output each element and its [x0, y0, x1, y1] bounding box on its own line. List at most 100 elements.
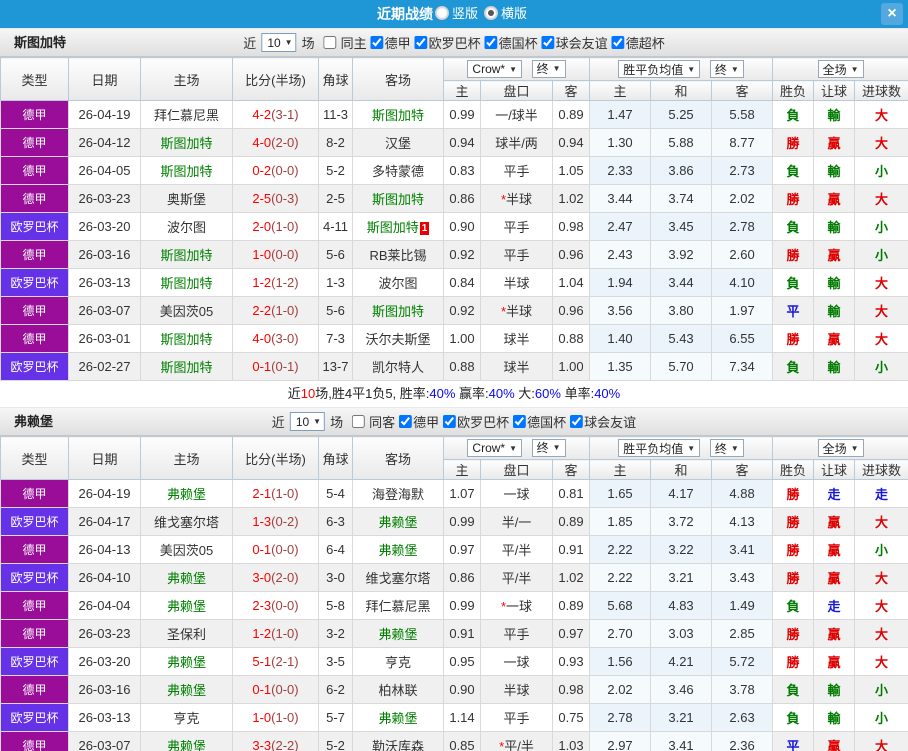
same-venue-label: 同客: [369, 415, 396, 430]
result-handicap: 輸: [813, 100, 856, 129]
games-count-select[interactable]: 10 ▼: [289, 412, 326, 431]
summary-text: 40%: [488, 386, 515, 401]
home-team: 维戈塞尔塔: [140, 507, 233, 536]
league-badge: 德甲: [0, 100, 69, 129]
home-team-name: 斯图加特: [160, 136, 213, 151]
result-handicap: 輸: [813, 156, 856, 185]
league-filter-checkbox[interactable]: [570, 415, 584, 428]
league-filter-checkbox[interactable]: [541, 36, 555, 49]
league-filter-checkbox[interactable]: [414, 36, 428, 49]
same-venue-checkbox[interactable]: [323, 36, 337, 49]
league-filter-checkbox[interactable]: [399, 415, 413, 428]
result-outcome: 負: [772, 100, 815, 129]
layout-radio[interactable]: 横版: [484, 3, 531, 22]
result-handicap: 輸: [813, 675, 856, 704]
away-odds: 0.93: [551, 647, 591, 676]
match-row: 德甲 26-04-19 拜仁慕尼黑 4-2(3-1) 11-3 斯图加特 0.99 一/球半 0…: [0, 100, 908, 129]
league-filter-checkbox[interactable]: [370, 36, 384, 49]
away-team: 斯图加特: [352, 100, 444, 129]
avg-time-select[interactable]: 终 ▼: [709, 439, 744, 457]
summary-text: 60%: [534, 386, 561, 401]
result-goals: 小: [854, 675, 908, 704]
avg-away-odds: 5.72: [711, 647, 774, 676]
league-filter-checkbox[interactable]: [443, 415, 457, 428]
card-badge: 1: [419, 222, 430, 235]
home-team-name: 亨克: [173, 711, 200, 726]
scope-select[interactable]: 全场 ▼: [817, 60, 864, 78]
scope-select[interactable]: 全场 ▼: [817, 439, 864, 457]
home-odds: 1.00: [443, 324, 481, 353]
match-date: 26-03-07: [68, 296, 141, 325]
col-header-home: 主场: [140, 436, 233, 480]
full-time-score: 3-0: [252, 570, 272, 585]
corner-count: 13-7: [318, 352, 353, 381]
league-badge: 欧罗巴杯: [0, 352, 69, 381]
result-handicap: 贏: [813, 647, 856, 676]
handicap-line: 半球: [480, 268, 553, 297]
full-time-score: 2-1: [252, 486, 272, 501]
result-goals: 大: [854, 647, 908, 676]
odds-provider-select[interactable]: Crow* ▼: [467, 439, 523, 458]
match-date: 26-04-13: [68, 535, 141, 564]
same-venue-checkbox[interactable]: [352, 415, 366, 428]
match-score: 4-0(2-0): [232, 128, 319, 157]
avg-away-odds: 4.13: [711, 507, 774, 536]
avg-type-select[interactable]: 胜平负均值 ▼: [618, 60, 701, 78]
title-bar: 近期战绩 竖版 横版 ×: [0, 0, 908, 28]
col-header-type: 类型: [0, 436, 69, 480]
match-date: 26-03-20: [68, 212, 141, 241]
handicap-line: 一/球半: [480, 100, 553, 129]
avg-home-odds: 1.94: [589, 268, 652, 297]
avg-away-odds: 2.60: [711, 240, 774, 269]
league-filter-checkbox[interactable]: [513, 415, 527, 428]
match-score: 0-1(0-0): [232, 675, 319, 704]
home-odds: 0.94: [443, 128, 481, 157]
layout-radio[interactable]: 竖版: [434, 3, 482, 22]
games-count-select[interactable]: 10 ▼: [261, 33, 297, 52]
sub-header-avg-draw: 和: [650, 80, 713, 101]
corner-count: 2-5: [318, 184, 353, 213]
close-button[interactable]: ×: [881, 3, 903, 25]
sub-header-goals-result: 进球数: [854, 459, 908, 480]
odds-time-select[interactable]: 终 ▼: [531, 59, 566, 78]
summary-text: 大:: [514, 386, 535, 401]
half-time-score: (1-0): [271, 710, 299, 725]
avg-home-odds: 2.97: [589, 731, 652, 751]
full-time-score: 2-5: [252, 191, 272, 206]
match-date: 26-04-04: [68, 591, 141, 620]
layout-radio-group: 竖版 横版: [433, 3, 531, 25]
result-outcome: 負: [772, 212, 815, 241]
match-score: 3-3(2-2): [232, 731, 319, 751]
near-label: 近: [243, 36, 257, 51]
avg-type-select[interactable]: 胜平负均值 ▼: [618, 439, 701, 457]
avg-home-odds: 2.33: [589, 156, 652, 185]
away-team-name: RB莱比锡: [369, 248, 427, 263]
league-filter-checkbox[interactable]: [484, 36, 498, 49]
away-team-name: 凯尔特人: [371, 360, 424, 375]
full-time-score: 2-3: [252, 598, 272, 613]
half-time-score: (1-0): [271, 219, 299, 234]
sub-header-handicap: 盘口: [480, 80, 553, 101]
avg-draw-odds: 3.22: [650, 535, 713, 564]
match-row: 欧罗巴杯 26-04-10 弗赖堡 3-0(2-0) 3-0 维戈塞尔塔 0.86 平/半 1.…: [0, 563, 908, 592]
league-filter-checkbox[interactable]: [611, 36, 625, 49]
avg-home-odds: 1.65: [589, 479, 652, 508]
home-odds: 0.85: [443, 731, 481, 751]
avg-time-select[interactable]: 终 ▼: [709, 60, 744, 78]
result-handicap: 贏: [813, 535, 856, 564]
handicap-line: 平/半: [480, 535, 553, 564]
full-time-score: 2-0: [252, 219, 272, 234]
half-time-score: (2-1): [271, 654, 299, 669]
col-header-away: 客场: [352, 57, 444, 101]
match-row: 德甲 26-03-16 斯图加特 1-0(0-0) 5-6 RB莱比锡 0.92 平手 0.96…: [0, 240, 908, 269]
home-team-name: 圣保利: [166, 627, 206, 642]
away-team-name: 拜仁慕尼黑: [365, 599, 431, 614]
match-row: 德甲 26-04-13 美因茨05 0-1(0-0) 6-4 弗赖堡 0.97 平/半 0.91…: [0, 535, 908, 564]
home-team-name: 弗赖堡: [166, 571, 206, 586]
sub-header-handicap: 盘口: [480, 459, 553, 480]
away-team-name: 斯图加特: [366, 220, 419, 235]
odds-time-select[interactable]: 终 ▼: [531, 438, 566, 457]
match-score: 1-2(1-2): [232, 268, 319, 297]
odds-provider-select[interactable]: Crow* ▼: [467, 60, 523, 79]
full-time-score: 1-2: [252, 275, 272, 290]
